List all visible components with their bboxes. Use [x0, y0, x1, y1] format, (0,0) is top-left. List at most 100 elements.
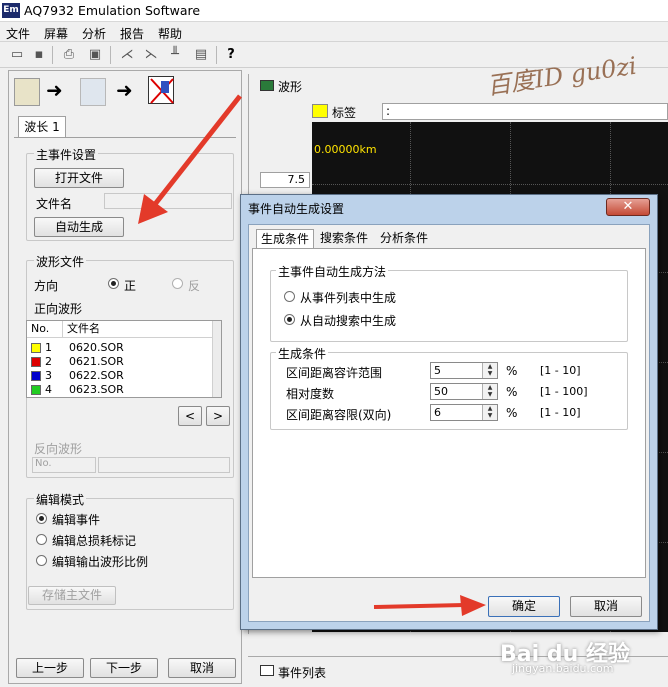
- cursor-left-icon[interactable]: ⋌: [118, 46, 136, 64]
- condition-label: 区间距离容限(双向): [286, 408, 392, 422]
- reverse-wave-label: 反向波形: [34, 442, 83, 456]
- forward-button[interactable]: 下一步: [90, 658, 158, 678]
- arrow-right-icon: ➜: [46, 78, 63, 102]
- conditions-group-label: 生成条件: [276, 345, 329, 362]
- edit-event-label: 编辑事件: [52, 513, 101, 527]
- color-swatch: [31, 371, 41, 381]
- spinner-icon[interactable]: ▲ ▼: [482, 405, 497, 420]
- interval-tolerance-input[interactable]: 5 ▲ ▼: [430, 362, 498, 379]
- label-text: 标签: [332, 106, 357, 120]
- annotation-arrow: [373, 595, 486, 616]
- list-item[interactable]: 1 0620.SOR: [27, 341, 212, 355]
- back-button[interactable]: 上一步: [16, 658, 84, 678]
- tab-generate-conditions[interactable]: 生成条件: [256, 229, 315, 250]
- app-icon: Em: [2, 3, 20, 18]
- report-icon[interactable]: ▤: [192, 46, 210, 64]
- forward-wave-list: No. 文件名 1 0620.SOR 2 0621.SOR 3 0622.SOR…: [26, 320, 222, 398]
- save-main-file-button[interactable]: 存储主文件: [28, 586, 116, 605]
- edit-total-loss-label: 编辑总损耗标记: [52, 534, 137, 548]
- event-list-icon: [260, 665, 274, 676]
- condition-range: [1 - 10]: [540, 406, 581, 419]
- screen-icon[interactable]: ▣: [86, 46, 104, 64]
- spinner-icon[interactable]: ▲ ▼: [482, 363, 497, 378]
- edit-total-loss-radio[interactable]: [36, 534, 47, 545]
- tab-search-conditions[interactable]: 搜索条件: [316, 229, 372, 249]
- edit-output-scale-radio[interactable]: [36, 555, 47, 566]
- from-event-list-radio[interactable]: [284, 291, 295, 302]
- reverse-file-field[interactable]: [98, 457, 230, 473]
- list-scrollbar[interactable]: [212, 321, 221, 397]
- prev-file-button[interactable]: <: [178, 406, 202, 426]
- label-field[interactable]: :: [382, 103, 668, 120]
- direction-forward-radio[interactable]: [108, 278, 119, 289]
- wave-file-group-label: 波形文件: [34, 253, 87, 270]
- direction-label: 方向: [34, 279, 59, 293]
- grid-line: [312, 184, 668, 185]
- menu-file[interactable]: 文件: [6, 25, 30, 42]
- method-group-label: 主事件自动生成方法: [276, 263, 389, 280]
- event-list-title: 事件列表: [278, 666, 327, 680]
- main-event-group-label: 主事件设置: [34, 146, 99, 163]
- help-icon[interactable]: ?: [222, 46, 240, 64]
- open-folder-icon[interactable]: ▭: [8, 46, 26, 64]
- tab-wavelength-1[interactable]: 波长 1: [18, 116, 66, 138]
- dialog-title: 事件自动生成设置: [248, 202, 345, 216]
- window-title: AQ7932 Emulation Software: [24, 3, 201, 18]
- direction-forward-label: 正: [124, 279, 137, 293]
- open-file-button[interactable]: 打开文件: [34, 168, 124, 188]
- save-icon[interactable]: ▪: [30, 46, 48, 64]
- menu-report[interactable]: 报告: [120, 25, 144, 42]
- ok-button[interactable]: 确定: [488, 596, 560, 617]
- dialog-cancel-button[interactable]: 取消: [570, 596, 642, 617]
- menu-screen[interactable]: 屏幕: [44, 25, 68, 42]
- chart-icon[interactable]: ╨: [166, 46, 184, 64]
- reverse-no-field[interactable]: No.: [32, 457, 96, 473]
- edit-mode-group-label: 编辑模式: [34, 491, 87, 508]
- toolbar-divider: [216, 46, 217, 64]
- cancel-wizard-button[interactable]: 取消: [168, 658, 236, 678]
- condition-label: 相对度数: [286, 387, 335, 401]
- from-auto-search-label: 从自动搜索中生成: [300, 314, 397, 328]
- tab-analysis-conditions[interactable]: 分析条件: [376, 229, 432, 249]
- menu-analysis[interactable]: 分析: [82, 25, 106, 42]
- baidu-url: jingyan.baidu.com: [512, 662, 614, 675]
- print-icon[interactable]: ⎙: [60, 46, 78, 64]
- menu-bar: 文件 屏幕 分析 报告 帮助: [0, 22, 668, 42]
- close-icon[interactable]: ✕: [606, 198, 650, 216]
- list-item[interactable]: 3 0622.SOR: [27, 369, 212, 383]
- next-file-button[interactable]: >: [206, 406, 230, 426]
- condition-range: [1 - 100]: [540, 385, 588, 398]
- from-auto-search-radio[interactable]: [284, 314, 295, 325]
- waveform-window-title: 波形: [278, 80, 303, 94]
- condition-range: [1 - 10]: [540, 364, 581, 377]
- bidirectional-tolerance-input[interactable]: 6 ▲ ▼: [430, 404, 498, 421]
- auto-generate-button[interactable]: 自动生成: [34, 217, 124, 237]
- relative-degree-input[interactable]: 50 ▲ ▼: [430, 383, 498, 400]
- edit-event-radio[interactable]: [36, 513, 47, 524]
- cursor-right-icon[interactable]: ⋋: [142, 46, 160, 64]
- direction-reverse-label: 反: [188, 279, 201, 293]
- condition-unit: %: [506, 364, 518, 378]
- condition-label: 区间距离容许范围: [286, 366, 383, 380]
- label-color-box: [312, 104, 328, 118]
- list-item[interactable]: 2 0621.SOR: [27, 355, 212, 369]
- menu-help[interactable]: 帮助: [158, 25, 182, 42]
- distance-readout: 0.00000km: [314, 143, 377, 156]
- list-header-filename[interactable]: 文件名: [63, 321, 213, 338]
- file-name-label: 文件名: [36, 197, 73, 211]
- condition-unit: %: [506, 385, 518, 399]
- list-header-no[interactable]: No.: [27, 321, 63, 338]
- edit-output-scale-label: 编辑输出波形比例: [52, 555, 149, 569]
- toolbar-divider: [52, 46, 53, 64]
- step-open-icon: [14, 78, 40, 106]
- spinner-icon[interactable]: ▲ ▼: [482, 384, 497, 399]
- from-event-list-label: 从事件列表中生成: [300, 291, 397, 305]
- color-swatch: [31, 385, 41, 395]
- color-swatch: [31, 343, 41, 353]
- color-swatch: [31, 357, 41, 367]
- toolbar-divider: [110, 46, 111, 64]
- y-axis-value: 7.5: [260, 172, 310, 188]
- direction-reverse-radio[interactable]: [172, 278, 183, 289]
- annotation-arrow: [138, 94, 242, 224]
- list-item[interactable]: 4 0623.SOR: [27, 383, 212, 397]
